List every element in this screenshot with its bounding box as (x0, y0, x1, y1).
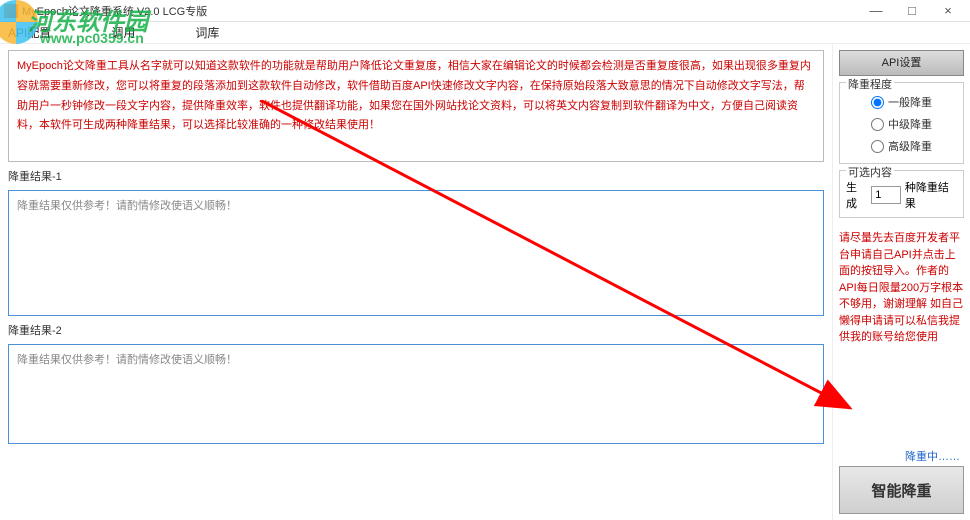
level-high-label: 高级降重 (888, 138, 932, 154)
level-mid[interactable]: 中级降重 (846, 113, 957, 135)
level-mid-label: 中级降重 (888, 116, 932, 132)
gen-prefix: 生成 (846, 179, 867, 211)
close-button[interactable]: × (930, 1, 966, 21)
status-text: 降重中…… (839, 446, 964, 466)
api-note: 请尽量先去百度开发者平台申请自己API并点击上面的按钮导入。作者的API每日限量… (839, 230, 964, 346)
smart-reduce-button[interactable]: 智能降重 (839, 466, 964, 514)
intro-textbox[interactable]: MyEpoch论文降重工具从名字就可以知道这款软件的功能就是帮助用户降低论文重复… (8, 50, 824, 162)
result2-label: 降重结果-2 (8, 320, 824, 340)
app-icon (4, 4, 18, 18)
level-high[interactable]: 高级降重 (846, 135, 957, 157)
level-normal-label: 一般降重 (888, 94, 932, 110)
level-high-radio[interactable] (871, 140, 884, 153)
level-normal-radio[interactable] (871, 96, 884, 109)
window-title: MyEpoch论文降重系统 V2.0 LCG专版 (22, 3, 858, 19)
result1-label: 降重结果-1 (8, 166, 824, 186)
result2-textbox[interactable]: 降重结果仅供参考！请酌情修改使语义顺畅！ (8, 344, 824, 444)
level-normal[interactable]: 一般降重 (846, 91, 957, 113)
options-legend: 可选内容 (846, 164, 894, 180)
gen-suffix: 种降重结果 (905, 179, 957, 211)
level-mid-radio[interactable] (871, 118, 884, 131)
menubar: API配置 调用 词库 (0, 22, 970, 44)
options-group: 可选内容 生成 种降重结果 (839, 170, 964, 218)
level-group: 降重程度 一般降重 中级降重 高级降重 (839, 82, 964, 164)
maximize-button[interactable]: □ (894, 1, 930, 21)
api-settings-button[interactable]: API设置 (839, 50, 964, 76)
menu-wordlib[interactable]: 词库 (195, 24, 219, 41)
minimize-button[interactable]: — (858, 1, 894, 21)
menu-invoke[interactable]: 调用 (111, 24, 135, 41)
gen-count-input[interactable] (871, 186, 901, 204)
menu-api-config[interactable]: API配置 (8, 24, 51, 41)
result1-textbox[interactable]: 降重结果仅供参考！请酌情修改使语义顺畅！ (8, 190, 824, 316)
titlebar: MyEpoch论文降重系统 V2.0 LCG专版 — □ × (0, 0, 970, 22)
level-legend: 降重程度 (846, 76, 894, 92)
